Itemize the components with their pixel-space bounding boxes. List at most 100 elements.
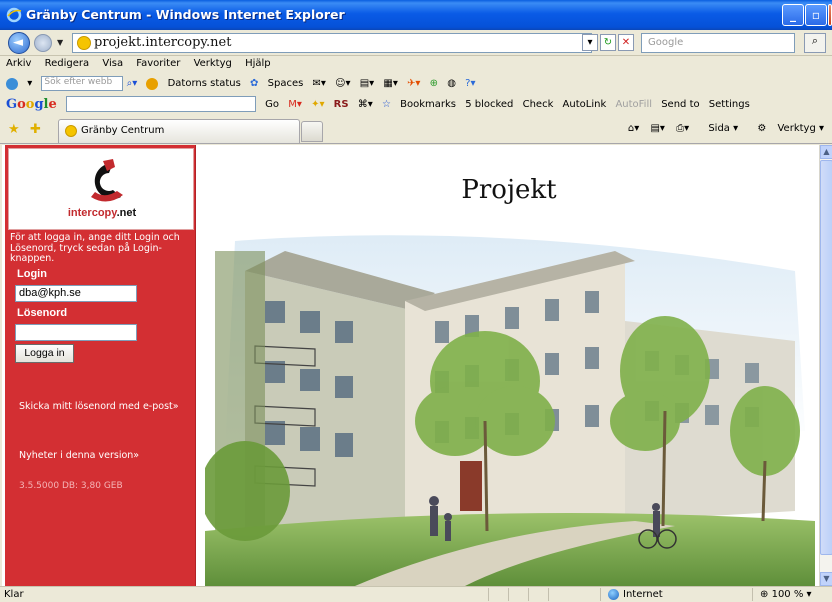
settings-button[interactable]: Settings [709,99,750,110]
minimize-button[interactable]: _ [782,4,804,26]
password-field[interactable] [15,324,137,341]
tab-row: ★ ✚ Gränby Centrum ⌂▾ ▤▾ ⎙▾ Sida ▾ ⚙ Ver… [0,116,832,144]
logo-box: intercopy.net [8,148,194,230]
refresh-icon[interactable]: ↻ [600,34,616,51]
stop-icon[interactable]: ✕ [618,34,634,51]
address-dropdown-icon[interactable]: ▾ [582,34,598,51]
spell-check-button[interactable]: Check [523,99,554,110]
news-link[interactable]: Nyheter i denna version» [19,450,139,461]
menu-hjalp[interactable]: Hjälp [245,58,271,69]
page-menu[interactable]: Sida ▾ [700,123,738,134]
home-icon[interactable]: ⌂▾ [628,123,639,134]
login-instructions: För att logga in, ange ditt Login och Lö… [10,232,180,264]
history-dropdown-icon[interactable]: ▼ [57,38,63,47]
login-field[interactable]: dba@kph.se [15,285,137,302]
status-divider [600,588,601,601]
menu-arkiv[interactable]: Arkiv [6,58,31,69]
version-text: 3.5.5000 DB: 3,80 GEB [19,481,123,491]
scroll-up-icon[interactable]: ▲ [820,145,832,159]
login-sidebar: intercopy.net För att logga in, ange dit… [5,145,196,586]
menu-redigera[interactable]: Redigera [45,58,90,69]
password-label: Lösenord [17,307,68,319]
tab-granby-centrum[interactable]: Gränby Centrum [58,119,300,143]
autolink-button[interactable]: AutoLink [563,99,607,110]
search-placeholder: Google [648,37,684,48]
google-search-input[interactable] [65,96,256,112]
print-icon[interactable]: ⎙▾ [676,123,689,134]
zoom-text: 100 % [771,589,804,600]
scroll-down-icon[interactable]: ▼ [820,572,832,586]
live-search-icon[interactable]: ⌕▾ [127,78,138,89]
address-bar[interactable]: projekt.intercopy.net [72,33,592,53]
tools-gear-icon: ⚙ [757,123,767,134]
page-title: Projekt [461,175,557,205]
new-tab-button[interactable] [301,121,323,142]
building-illustration [205,231,815,586]
search-input[interactable]: Google [641,33,795,53]
favorites-star-icon[interactable]: ★ [8,122,20,137]
page-content: intercopy.net För att logga in, ange dit… [0,145,819,586]
live-search-input[interactable]: Sök efter webb [41,76,124,91]
toolbars: Arkiv Redigera Visa Favoriter Verktyg Hj… [0,56,832,116]
autofill-button[interactable]: AutoFill [615,99,652,110]
menu-visa[interactable]: Visa [102,58,123,69]
address-row: ◄ ▼ projekt.intercopy.net ▾ ↻ ✕ Google ⌕ [0,30,832,56]
address-url: projekt.intercopy.net [94,35,232,50]
close-button[interactable] [828,4,832,26]
add-icon[interactable]: ⊕ [430,78,438,89]
feeds-cmd-icon[interactable]: ▤▾ [650,123,664,134]
onecare-icon[interactable]: ◍ [447,78,456,89]
add-favorite-icon[interactable]: ✚ [30,122,41,137]
live-toolbar: ▾ Sök efter webb ⌕▾ Datorns status ✿ Spa… [6,76,826,94]
google-logo-icon: Google [6,96,57,112]
spaces-icon: ✿ [250,78,259,89]
back-arrow-icon: ◄ [13,35,23,50]
menu-bar: Arkiv Redigera Visa Favoriter Verktyg Hj… [6,58,281,72]
google-go-button[interactable]: Go [265,99,279,110]
zoom-icon: ⊕ [760,589,769,600]
internet-zone-icon [608,589,619,600]
back-button[interactable]: ◄ [8,32,30,54]
calendar-icon[interactable]: ▦▾ [383,78,397,89]
status-divider [488,588,489,601]
status-divider [752,588,753,601]
security-zone-text: Internet [623,589,663,600]
pc-status-button[interactable]: Datorns status [168,78,241,89]
vertical-scrollbar[interactable]: ▲ ▼ [819,145,832,586]
pc-status-icon [146,77,159,90]
logo-text: intercopy.net [9,207,195,219]
search-button[interactable]: ⌕ [804,33,826,53]
login-button[interactable]: Logga in [15,344,74,363]
pagerank-icon[interactable]: ✦▾ [311,99,324,110]
status-bar: Klar Internet ⊕ 100 % ▾ [0,586,832,602]
google-toolbar: Google Go M▾ ✦▾ RS ⌘▾ ☆ Bookmarks 5 bloc… [6,96,832,114]
gmail-icon[interactable]: M▾ [288,99,302,110]
tools-label: Verktyg [777,123,816,134]
live-dropdown-icon[interactable]: ▾ [27,78,32,89]
feeds-icon[interactable]: ▤▾ [360,78,374,89]
help-icon[interactable]: ?▾ [465,78,475,89]
popup-blocker-button[interactable]: 5 blocked [465,99,513,110]
maximize-button[interactable]: ▫ [805,4,827,26]
ie-logo-icon [6,7,22,23]
butterfly-icon[interactable]: ✈▾ [407,78,420,89]
send-to-button[interactable]: Send to [661,99,699,110]
menu-favoriter[interactable]: Favoriter [136,58,180,69]
tab-label: Gränby Centrum [81,125,165,136]
rs-button[interactable]: RS [334,99,349,110]
login-label: Login [17,268,47,280]
menu-verktyg[interactable]: Verktyg [194,58,232,69]
forward-button[interactable] [34,34,52,52]
intercopy-logo-icon [91,159,123,202]
zoom-level[interactable]: ⊕ 100 % ▾ [760,589,812,600]
scroll-thumb[interactable] [820,160,832,555]
send-password-link[interactable]: Skicka mitt lösenord med e-post» [19,401,179,412]
status-divider [528,588,529,601]
messenger-icon[interactable]: ☺▾ [335,78,350,89]
live-logo-icon[interactable] [6,77,18,90]
mail-icon[interactable]: ✉▾ [313,78,326,89]
share-icon[interactable]: ⌘▾ [358,99,373,110]
spaces-button[interactable]: Spaces [268,78,304,89]
bookmarks-button[interactable]: Bookmarks [400,99,456,110]
tools-menu[interactable]: ⚙ Verktyg ▾ [749,123,824,134]
